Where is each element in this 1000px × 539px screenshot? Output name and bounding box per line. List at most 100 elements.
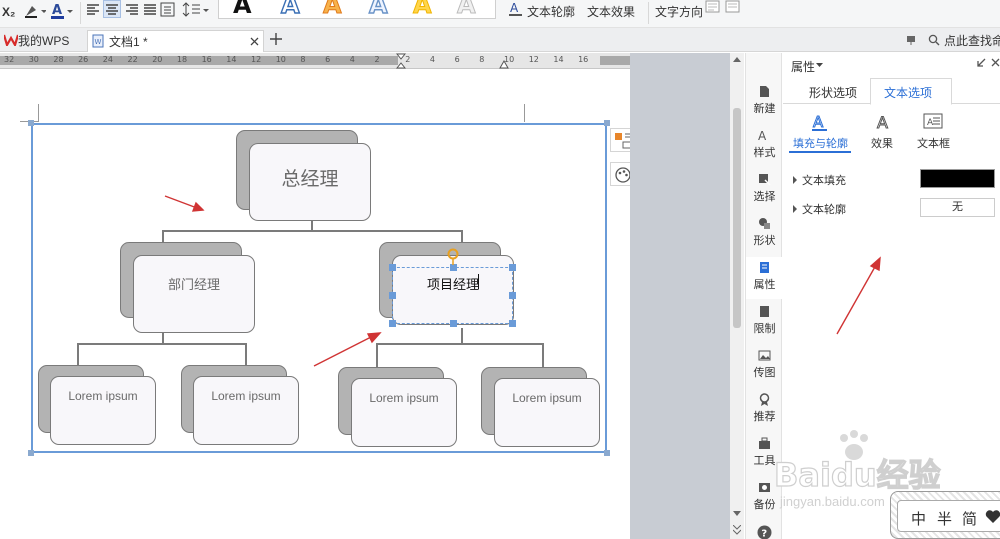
heart-icon[interactable] [985, 509, 1000, 524]
style-gray-glyph[interactable]: A [457, 0, 477, 18]
tab-text-options-label: 文本选项 [884, 86, 933, 100]
ime-halfwidth-mode[interactable]: 半 [937, 508, 952, 529]
tab-document[interactable]: W 文档1 * [87, 30, 264, 52]
chart-node-leaf-3[interactable]: Lorem ipsum [351, 378, 457, 447]
svg-text:A: A [52, 3, 62, 18]
distributed-icon[interactable] [160, 2, 176, 18]
text-box-icon[interactable] [705, 0, 721, 14]
new-tab-icon[interactable] [270, 33, 282, 45]
canvas-handle[interactable] [604, 120, 610, 126]
resize-handle[interactable] [389, 320, 396, 327]
command-search-input[interactable]: 点此查找命令 [944, 32, 1000, 49]
resize-handle[interactable] [509, 292, 516, 299]
text-effect-menu[interactable]: 文本效果 [587, 2, 635, 22]
subtab-effect[interactable]: A 效果 [867, 111, 907, 153]
text-box-alt-icon[interactable] [725, 0, 741, 14]
expand-caret-icon [793, 205, 797, 213]
chart-node-leaf-1[interactable]: Lorem ipsum [50, 376, 156, 445]
justify-icon[interactable] [143, 3, 157, 17]
tab-shape-options[interactable]: 形状选项 [809, 84, 857, 101]
resize-handle[interactable] [389, 292, 396, 299]
selection-frame[interactable] [392, 267, 513, 324]
svg-text:A: A [813, 113, 824, 131]
horizontal-ruler[interactable]: 32 30 28 26 24 22 20 18 16 14 12 10 8 6 4 2 2 4 6 8 10 12 14 16 [0, 53, 630, 69]
tab-my-wps[interactable]: 我的WPS [18, 31, 69, 53]
rotate-handle-icon[interactable] [446, 248, 460, 266]
text-outline-icon[interactable]: A [508, 1, 524, 17]
ime-status-bar[interactable]: 中 半 简 [890, 491, 1000, 539]
indent-marker-icon[interactable] [396, 53, 406, 69]
style-orange-glyph[interactable]: A [323, 0, 343, 18]
ruler-tick-label: 28 [53, 55, 64, 64]
scroll-thumb[interactable] [733, 108, 741, 328]
canvas-handle[interactable] [604, 450, 610, 456]
strip-properties[interactable]: 属性 [746, 257, 783, 299]
text-outline-select[interactable]: 无 [920, 198, 995, 217]
ruler-tick-label: 6 [454, 55, 460, 64]
chart-node-leaf-2[interactable]: Lorem ipsum [193, 376, 299, 445]
strip-restrict[interactable]: 限制 [746, 305, 783, 336]
toolbox-icon [759, 437, 770, 449]
image-upload-icon [758, 350, 771, 361]
line-spacing-icon[interactable] [180, 2, 210, 18]
ruler-tick-label: 16 [201, 55, 212, 64]
chart-node-leaf-4[interactable]: Lorem ipsum [494, 378, 600, 447]
style-yellow-glyph[interactable]: A [413, 0, 433, 18]
chart-node-general-manager[interactable]: 总经理 [249, 143, 371, 221]
help-icon[interactable]: ? [757, 525, 772, 539]
panel-title[interactable]: 属性 [791, 58, 815, 75]
font-color-icon[interactable]: A [50, 2, 76, 20]
search-icon [928, 34, 940, 46]
right-indent-marker-icon[interactable] [499, 59, 509, 69]
properties-icon [760, 262, 769, 273]
text-outline-menu[interactable]: 文本轮廓 [527, 2, 575, 22]
align-left-icon[interactable] [86, 3, 100, 17]
strip-style[interactable]: A 样式 [746, 129, 783, 160]
chart-node-department-manager[interactable]: 部门经理 [133, 255, 255, 333]
align-right-icon[interactable] [125, 3, 139, 17]
resize-handle[interactable] [389, 264, 396, 271]
subtab-fill-outline[interactable]: A 填充与轮廓 [789, 111, 851, 153]
highlight-icon[interactable] [24, 3, 46, 19]
tab-document-label: 文档1 * [109, 35, 148, 49]
canvas-handle[interactable] [28, 450, 34, 456]
close-panel-icon[interactable] [991, 58, 1000, 67]
pin-icon[interactable] [906, 35, 918, 46]
scroll-down-icon[interactable] [733, 511, 741, 517]
strip-tools[interactable]: 工具 [746, 437, 783, 468]
text-fill-color-swatch[interactable] [920, 169, 995, 188]
strip-new[interactable]: 新建 [746, 85, 783, 116]
canvas-handle[interactable] [28, 120, 34, 126]
page-down-icon[interactable] [733, 525, 741, 535]
strip-backup[interactable]: 备份 [746, 481, 783, 512]
text-direction-button[interactable]: 文字方向 [655, 2, 703, 22]
strip-upload-image[interactable]: 传图 [746, 349, 783, 380]
subtab-fill-outline-label: 填充与轮廓 [793, 138, 848, 150]
ruler-tick-label: 22 [127, 55, 138, 64]
scroll-up-icon[interactable] [733, 56, 741, 62]
collapse-panel-icon[interactable] [976, 58, 986, 68]
text-outline-row[interactable]: 文本轮廓 [793, 201, 913, 221]
resize-handle[interactable] [509, 264, 516, 271]
style-blue-outline-glyph[interactable]: A [280, 0, 300, 18]
subtab-textbox[interactable]: A 文本框 [913, 111, 963, 153]
style-lightblue-glyph[interactable]: A [368, 0, 388, 18]
ruler-tick-label: 30 [28, 55, 39, 64]
ime-simplified-mode[interactable]: 简 [962, 508, 977, 529]
strip-recommend[interactable]: 推荐 [746, 393, 783, 424]
subscript-button[interactable]: X₂ [2, 2, 15, 22]
strip-shape[interactable]: 形状 [746, 217, 783, 248]
node-text: Lorem ipsum [211, 389, 281, 403]
vertical-scrollbar[interactable] [730, 53, 744, 539]
close-tab-icon[interactable] [250, 37, 259, 46]
resize-handle[interactable] [509, 320, 516, 327]
style-black-glyph[interactable]: A [233, 0, 252, 18]
ime-chinese-mode[interactable]: 中 [911, 508, 926, 529]
panel-title-dropdown-icon[interactable] [816, 63, 823, 68]
strip-select[interactable]: 选择 [746, 173, 783, 204]
text-outline-label: 文本轮廓 [802, 204, 846, 216]
document-page[interactable]: 总经理 部门经理 项目经理 Lorem ipsum Lorem ipsum Lo… [0, 70, 634, 539]
text-style-gallery[interactable]: A A A A A A [218, 0, 496, 19]
resize-handle[interactable] [450, 320, 457, 327]
tab-text-options[interactable]: 文本选项 [870, 78, 952, 105]
